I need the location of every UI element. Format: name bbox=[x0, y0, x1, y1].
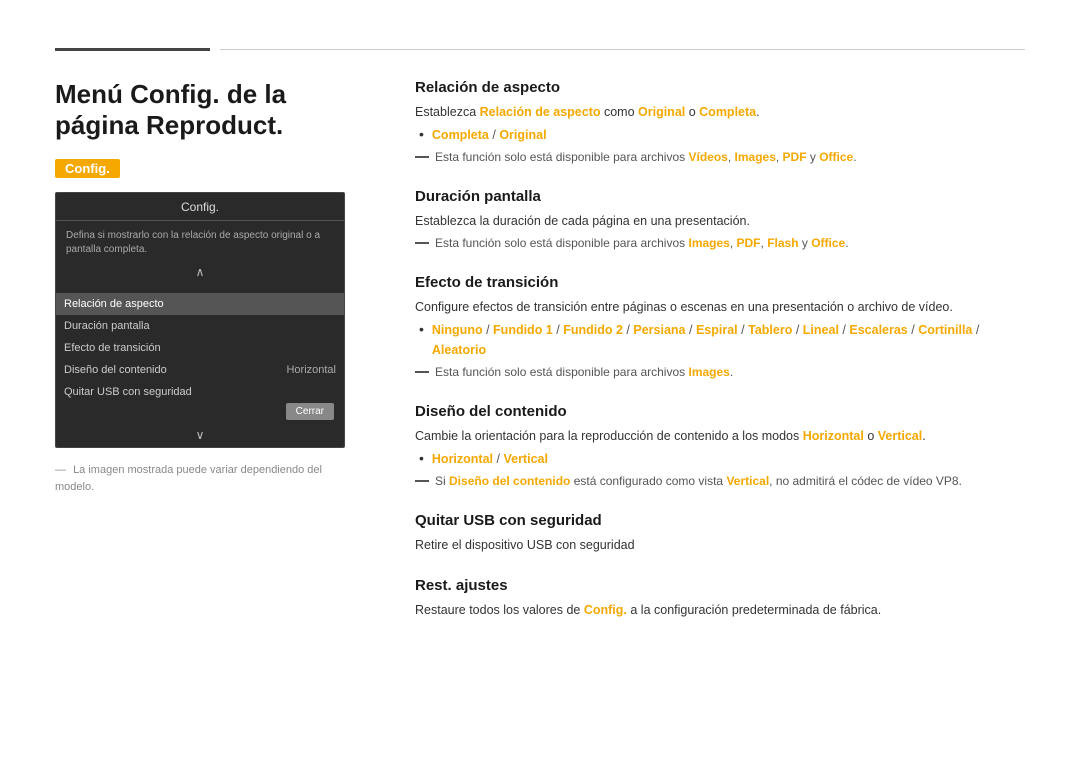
para-duracion: Establezca la duración de cada página en… bbox=[415, 211, 1025, 231]
link-images2: Images bbox=[688, 236, 729, 250]
section-body-rest: Restaure todos los valores de Config. a … bbox=[415, 600, 1025, 620]
para-quitar: Retire el dispositivo USB con seguridad bbox=[415, 535, 1025, 555]
section-body-efecto: Configure efectos de transición entre pá… bbox=[415, 297, 1025, 381]
section-relacion: Relación de aspecto Establezca Relación … bbox=[415, 79, 1025, 166]
note-text-content: La imagen mostrada puede variar dependie… bbox=[55, 464, 322, 493]
section-efecto: Efecto de transición Configure efectos d… bbox=[415, 274, 1025, 381]
link-vertical2: Vertical bbox=[726, 474, 769, 488]
section-title-efecto: Efecto de transición bbox=[415, 274, 1025, 291]
section-diseno: Diseño del contenido Cambie la orientaci… bbox=[415, 403, 1025, 490]
note-relacion: Esta función solo está disponible para a… bbox=[415, 148, 1025, 166]
note-text-duracion: Esta función solo está disponible para a… bbox=[435, 234, 849, 252]
note-text-efecto: Esta función solo está disponible para a… bbox=[435, 363, 733, 381]
menu-inner-text: Defina si mostrarlo con la relación de a… bbox=[66, 229, 334, 257]
section-title-duracion: Duración pantalla bbox=[415, 188, 1025, 205]
link-original2: Original bbox=[499, 128, 546, 142]
menu-item-value: Horizontal bbox=[286, 364, 336, 376]
bullet-efecto: • Ninguno / Fundido 1 / Fundido 2 / Pers… bbox=[419, 320, 1025, 360]
note-text-relacion: Esta función solo está disponible para a… bbox=[435, 148, 857, 166]
section-duracion: Duración pantalla Establezca la duración… bbox=[415, 188, 1025, 252]
menu-item-label: Relación de aspecto bbox=[64, 298, 164, 310]
note-line bbox=[415, 242, 429, 244]
link-vertical: Vertical bbox=[878, 429, 922, 443]
menu-item-duracion[interactable]: Duración pantalla bbox=[56, 315, 344, 337]
para-diseno: Cambie la orientación para la reproducci… bbox=[415, 426, 1025, 446]
menu-arrow-up-container: ∧ bbox=[66, 265, 334, 279]
link-office: Office bbox=[819, 150, 853, 164]
link-images: Images bbox=[735, 150, 776, 164]
line-light bbox=[220, 49, 1025, 50]
arrow-down-icon: ∨ bbox=[196, 428, 205, 442]
line-dark bbox=[55, 48, 210, 51]
bullet-dot: • bbox=[419, 449, 424, 469]
section-body-duracion: Establezca la duración de cada página en… bbox=[415, 211, 1025, 252]
para-efecto: Configure efectos de transición entre pá… bbox=[415, 297, 1025, 317]
link-flash: Flash bbox=[767, 236, 798, 250]
link-completa2: Completa bbox=[432, 128, 489, 142]
menu-title-bar: Config. bbox=[56, 193, 344, 221]
menu-item-label: Diseño del contenido bbox=[64, 364, 167, 376]
section-title-quitar: Quitar USB con seguridad bbox=[415, 512, 1025, 529]
para-relacion: Establezca Relación de aspecto como Orig… bbox=[415, 102, 1025, 122]
section-rest: Rest. ajustes Restaure todos los valores… bbox=[415, 577, 1025, 620]
left-column: Menú Config. de la página Reproduct. Con… bbox=[55, 79, 355, 642]
menu-item-relacion[interactable]: Relación de aspecto bbox=[56, 293, 344, 315]
menu-arrow-down-container: ∨ bbox=[56, 428, 344, 447]
link-completa: Completa bbox=[699, 105, 756, 119]
menu-item-label: Efecto de transición bbox=[64, 342, 161, 354]
note-efecto: Esta función solo está disponible para a… bbox=[415, 363, 1025, 381]
link-images3: Images bbox=[688, 365, 729, 379]
note-diseno: Si Diseño del contenido está configurado… bbox=[415, 472, 1025, 490]
menu-inner: Defina si mostrarlo con la relación de a… bbox=[56, 221, 344, 293]
bullet-relacion: • Completa / Original bbox=[419, 125, 1025, 145]
menu-mockup: Config. Defina si mostrarlo con la relac… bbox=[55, 192, 345, 448]
menu-item-label: Duración pantalla bbox=[64, 320, 150, 332]
menu-item-label: Quitar USB con seguridad bbox=[64, 386, 192, 398]
menu-item-quitar[interactable]: Quitar USB con seguridad bbox=[56, 381, 344, 403]
section-quitar: Quitar USB con seguridad Retire el dispo… bbox=[415, 512, 1025, 555]
section-title-diseno: Diseño del contenido bbox=[415, 403, 1025, 420]
bullet-dot: • bbox=[419, 320, 424, 340]
top-lines bbox=[55, 48, 1025, 51]
link-original: Original bbox=[638, 105, 685, 119]
link-relacion: Relación de aspecto bbox=[480, 105, 601, 119]
page: Menú Config. de la página Reproduct. Con… bbox=[0, 0, 1080, 642]
config-badge: Config. bbox=[55, 159, 120, 178]
bullet-diseno: • Horizontal / Vertical bbox=[419, 449, 1025, 469]
para-rest: Restaure todos los valores de Config. a … bbox=[415, 600, 1025, 620]
bullet-dot: • bbox=[419, 125, 424, 145]
note-line bbox=[415, 156, 429, 158]
right-column: Relación de aspecto Establezca Relación … bbox=[415, 79, 1025, 642]
note-text-diseno: Si Diseño del contenido está configurado… bbox=[435, 472, 962, 490]
link-pdf: PDF bbox=[783, 150, 807, 164]
note-dash: ― bbox=[55, 464, 66, 476]
link-pdf2: PDF bbox=[737, 236, 761, 250]
note-line bbox=[415, 371, 429, 373]
section-title-rest: Rest. ajustes bbox=[415, 577, 1025, 594]
arrow-up-icon: ∧ bbox=[196, 265, 205, 279]
menu-item-efecto[interactable]: Efecto de transición bbox=[56, 337, 344, 359]
link-horizontal: Horizontal bbox=[803, 429, 864, 443]
link-diseno-contenido: Diseño del contenido bbox=[449, 474, 570, 488]
link-office2: Office bbox=[811, 236, 845, 250]
section-body-relacion: Establezca Relación de aspecto como Orig… bbox=[415, 102, 1025, 166]
bullet-text: Completa / Original bbox=[432, 125, 547, 145]
note-duracion: Esta función solo está disponible para a… bbox=[415, 234, 1025, 252]
page-title: Menú Config. de la página Reproduct. bbox=[55, 79, 355, 141]
main-content: Menú Config. de la página Reproduct. Con… bbox=[55, 79, 1025, 642]
section-title-relacion: Relación de aspecto bbox=[415, 79, 1025, 96]
cerrar-button[interactable]: Cerrar bbox=[286, 403, 334, 420]
image-note: ― La imagen mostrada puede variar depend… bbox=[55, 462, 355, 495]
link-videos: Vídeos bbox=[688, 150, 727, 164]
menu-btn-area: Cerrar bbox=[56, 403, 344, 428]
note-line bbox=[415, 480, 429, 482]
bullet-text-efecto: Ninguno / Fundido 1 / Fundido 2 / Persia… bbox=[432, 320, 1025, 360]
link-config: Config. bbox=[584, 603, 627, 617]
section-body-quitar: Retire el dispositivo USB con seguridad bbox=[415, 535, 1025, 555]
bullet-text-diseno: Horizontal / Vertical bbox=[432, 449, 548, 469]
menu-item-diseno[interactable]: Diseño del contenido Horizontal bbox=[56, 359, 344, 381]
section-body-diseno: Cambie la orientación para la reproducci… bbox=[415, 426, 1025, 490]
